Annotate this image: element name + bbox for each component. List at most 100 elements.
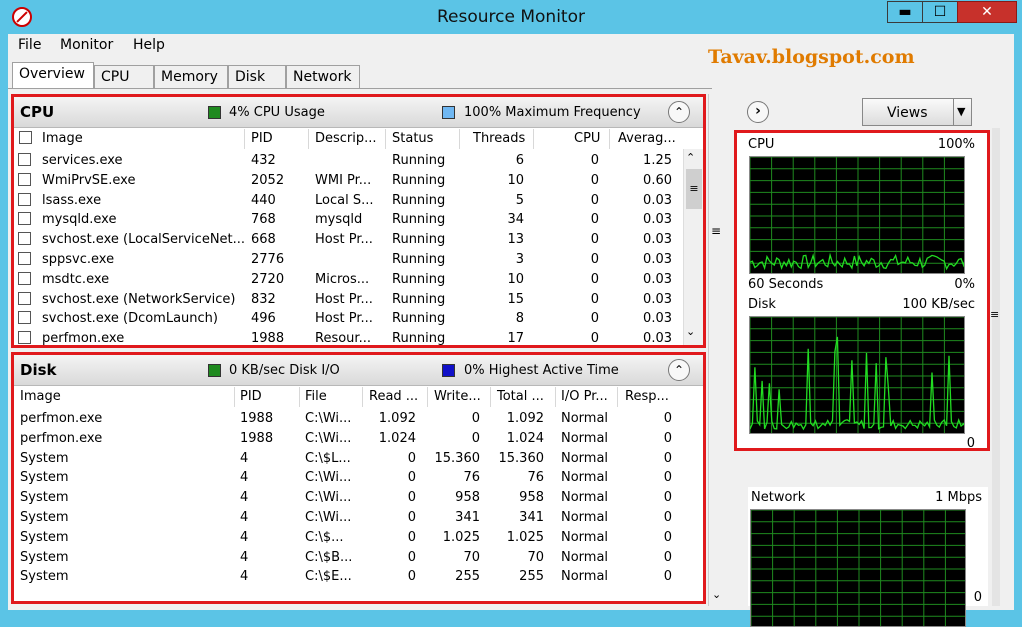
col-read[interactable]: Read ... — [369, 389, 418, 404]
col-threads[interactable]: Threads — [473, 131, 525, 146]
cell-io-priority: Normal — [561, 490, 609, 506]
cpu-collapse-button[interactable]: ⌃ — [668, 101, 690, 123]
table-row[interactable]: svchost.exe (DcomLaunch) 496 Host Pr... Run… — [14, 310, 703, 330]
left-pane-scrollbar[interactable]: ≡ ⌄ — [708, 94, 724, 606]
cell-status: Running — [392, 192, 446, 208]
table-row[interactable]: perfmon.exe 1988 C:\Wi... 1.024 0 1.024 Normal… — [14, 430, 703, 450]
table-row[interactable]: WmiPrvSE.exe 2052 WMI Pr... Running 10 0 0.60 — [14, 172, 703, 192]
scroll-down-icon[interactable]: ⌄ — [712, 588, 721, 601]
cpu-scroll-thumb[interactable]: ≡ — [686, 169, 702, 209]
cell-image: System — [20, 569, 69, 585]
table-row[interactable]: System 4 C:\$... 0 1.025 1.025 Normal 0 — [14, 529, 703, 549]
disk-graph — [749, 316, 965, 434]
col-total[interactable]: Total ... — [497, 389, 544, 404]
tab-network[interactable]: Network — [286, 65, 360, 88]
row-checkbox[interactable] — [18, 232, 31, 246]
col-write[interactable]: Write... — [434, 389, 481, 404]
tab-cpu[interactable]: CPU — [94, 65, 154, 88]
cell-threads: 17 — [507, 331, 524, 347]
table-row[interactable]: sppsvc.exe 2776 Running 3 0 0.03 — [14, 251, 703, 271]
splitter-grip-icon[interactable]: ≡ — [711, 224, 721, 238]
col-image[interactable]: Image — [42, 131, 83, 146]
col-response-time[interactable]: Resp... — [625, 389, 669, 404]
cell-average-cpu: 0.03 — [643, 271, 672, 287]
table-row[interactable]: svchost.exe (LocalServiceNet... 668 Host P… — [14, 231, 703, 251]
table-row[interactable]: perfmon.exe 1988 Resour... Running 17 0 0.03 — [14, 330, 703, 347]
cell-image: svchost.exe (NetworkService) — [42, 291, 236, 307]
cell-cpu: 0 — [590, 271, 599, 287]
cpu-usage-swatch — [208, 106, 221, 119]
row-checkbox[interactable] — [18, 172, 31, 186]
cell-average-cpu: 0.03 — [643, 331, 672, 347]
col-pid[interactable]: PID — [240, 389, 262, 404]
menu-monitor[interactable]: Monitor — [60, 37, 113, 53]
disk-collapse-button[interactable]: ⌃ — [668, 359, 690, 381]
table-row[interactable]: System 4 C:\$B... 0 70 70 Normal 0 — [14, 549, 703, 569]
cpu-panel-header[interactable]: CPU 4% CPU Usage 100% Maximum Frequency … — [14, 97, 703, 128]
table-row[interactable]: System 4 C:\$E... 0 255 255 Normal 0 — [14, 568, 703, 588]
table-row[interactable]: lsass.exe 440 Local S... Running 5 0 0.03 — [14, 192, 703, 212]
disk-panel-header[interactable]: Disk 0 KB/sec Disk I/O 0% Highest Active… — [14, 355, 703, 386]
tab-memory[interactable]: Memory — [154, 65, 228, 88]
cpu-graph-max: 100% — [937, 137, 975, 152]
col-image[interactable]: Image — [20, 389, 61, 404]
col-cpu[interactable]: CPU — [574, 131, 600, 146]
expand-arrow-button[interactable]: › — [747, 101, 769, 123]
col-average-cpu[interactable]: Averag... — [618, 131, 676, 146]
table-row[interactable]: mysqld.exe 768 mysqld Running 34 0 0.03 — [14, 211, 703, 231]
network-graph-title: Network — [751, 490, 806, 505]
menu-help[interactable]: Help — [133, 37, 165, 53]
cell-description: Host Pr... — [315, 232, 373, 248]
disk-panel-title: Disk — [20, 361, 57, 379]
cell-image: svchost.exe (LocalServiceNet... — [42, 232, 246, 248]
row-checkbox[interactable] — [18, 311, 31, 325]
cell-total: 1.025 — [506, 529, 544, 545]
table-row[interactable]: System 4 C:\Wi... 0 958 958 Normal 0 — [14, 489, 703, 509]
table-row[interactable]: System 4 C:\$L... 0 15.360 15.360 Normal 0 — [14, 450, 703, 470]
table-row[interactable]: msdtc.exe 2720 Micros... Running 10 0 0.03 — [14, 271, 703, 291]
cell-image: lsass.exe — [42, 192, 102, 208]
cpu-graph — [749, 156, 965, 274]
tab-divider — [8, 88, 712, 89]
row-checkbox[interactable] — [18, 271, 31, 285]
table-row[interactable]: svchost.exe (NetworkService) 832 Host Pr..… — [14, 291, 703, 311]
table-row[interactable]: services.exe 432 Running 6 0 1.25 — [14, 152, 703, 172]
cell-read: 0 — [407, 470, 416, 486]
tab-disk[interactable]: Disk — [228, 65, 286, 88]
row-checkbox[interactable] — [18, 331, 31, 345]
cell-total: 15.360 — [498, 450, 545, 466]
minimize-button[interactable]: ▬ — [887, 1, 923, 23]
right-pane-scrollbar[interactable]: ≡ — [990, 128, 1000, 606]
cell-io-priority: Normal — [561, 569, 609, 585]
menu-file[interactable]: File — [18, 37, 41, 53]
scroll-down-icon[interactable]: ⌄ — [686, 325, 695, 338]
row-checkbox[interactable] — [18, 212, 31, 226]
table-row[interactable]: System 4 C:\Wi... 0 76 76 Normal 0 — [14, 469, 703, 489]
views-dropdown[interactable]: Views ▼ — [862, 98, 972, 126]
scroll-up-icon[interactable]: ⌃ — [686, 151, 695, 164]
row-checkbox[interactable] — [18, 153, 31, 166]
cell-response-time: 0 — [663, 411, 672, 426]
table-row[interactable]: perfmon.exe 1988 C:\Wi... 1.092 0 1.092 Normal… — [14, 410, 703, 430]
row-checkbox[interactable] — [18, 291, 31, 305]
col-pid[interactable]: PID — [251, 131, 273, 146]
row-checkbox[interactable] — [18, 192, 31, 206]
scroll-grip-icon[interactable]: ≡ — [990, 308, 999, 321]
cell-response-time: 0 — [663, 569, 672, 585]
maximize-button[interactable]: ☐ — [922, 1, 958, 23]
cell-image: WmiPrvSE.exe — [42, 172, 136, 188]
cpu-graph-current: 0% — [954, 277, 975, 292]
col-io-priority[interactable]: I/O Pr... — [561, 389, 608, 404]
col-file[interactable]: File — [305, 389, 327, 404]
col-status[interactable]: Status — [392, 131, 433, 146]
table-row[interactable]: System 4 C:\Wi... 0 341 341 Normal 0 — [14, 509, 703, 529]
cell-pid: 1988 — [240, 430, 274, 446]
tab-overview[interactable]: Overview — [12, 62, 94, 89]
watermark: Tavav.blogspot.com — [708, 46, 915, 68]
cell-threads: 6 — [515, 153, 524, 168]
row-checkbox[interactable] — [18, 252, 31, 265]
close-button[interactable]: ✕ — [957, 1, 1017, 23]
col-description[interactable]: Descrip... — [315, 131, 377, 146]
cpu-select-all-checkbox[interactable] — [19, 131, 32, 144]
cpu-scrollbar[interactable]: ⌃ ≡ ⌄ — [683, 149, 703, 345]
